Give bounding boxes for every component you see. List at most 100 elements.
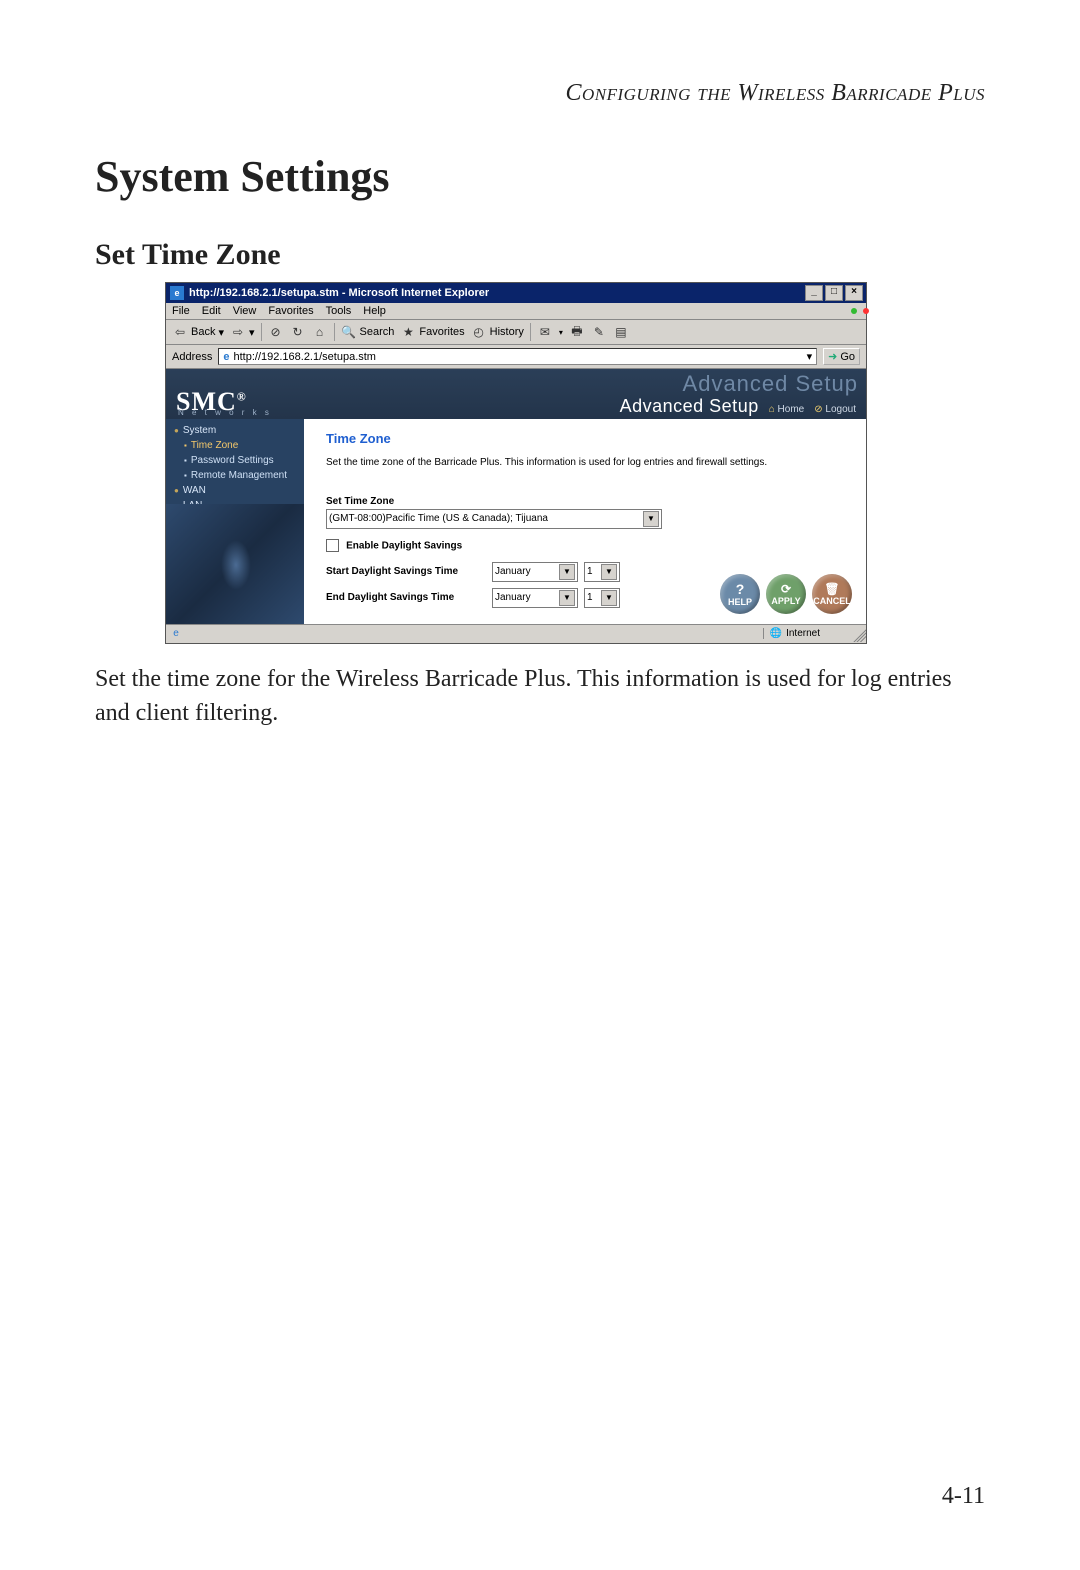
browser-window: e http://192.168.2.1/setupa.stm - Micros… <box>165 282 867 644</box>
window-titlebar: e http://192.168.2.1/setupa.stm - Micros… <box>166 283 866 303</box>
mail-icon[interactable]: ✉ <box>537 324 553 340</box>
apply-icon: ⟳ <box>781 582 791 596</box>
search-button[interactable]: 🔍 Search <box>341 324 395 340</box>
banner-ghost-text: Advanced Setup <box>683 371 858 397</box>
end-dst-day-value: 1 <box>587 592 593 603</box>
sidebar-item-password-settings[interactable]: ▪ Password Settings <box>166 453 304 468</box>
main-panel: Time Zone Set the time zone of the Barri… <box>304 419 866 624</box>
registered-icon: ® <box>237 389 247 403</box>
menu-view[interactable]: View <box>233 305 257 317</box>
sidebar-item-time-zone[interactable]: ▪Time Zone <box>166 438 304 453</box>
dropdown-arrow-icon: ▼ <box>601 590 617 606</box>
menu-file[interactable]: File <box>172 305 190 317</box>
end-dst-month-select[interactable]: January ▼ <box>492 588 578 608</box>
status-zone: 🌐 Internet <box>763 628 850 639</box>
logout-link[interactable]: ⊘ Logout <box>814 404 856 415</box>
section-title: System Settings <box>95 151 985 202</box>
start-dst-month-select[interactable]: January ▼ <box>492 562 578 582</box>
favorites-button[interactable]: ★ Favorites <box>400 324 464 340</box>
go-label: Go <box>840 351 855 363</box>
panel-heading: Time Zone <box>326 431 848 446</box>
subsection-title: Set Time Zone <box>95 238 985 272</box>
end-dst-label: End Daylight Savings Time <box>326 592 486 603</box>
menu-tools[interactable]: Tools <box>326 305 352 317</box>
toolbar-separator <box>261 323 262 341</box>
running-header: Configuring the Wireless Barricade Plus <box>95 80 985 107</box>
figure-caption: Set the time zone for the Wireless Barri… <box>95 662 985 732</box>
window-maximize-button[interactable]: □ <box>825 285 843 301</box>
enable-dst-checkbox[interactable] <box>326 539 339 552</box>
dropdown-arrow-icon: ▾ <box>559 328 563 337</box>
status-page-icon: e <box>170 628 182 640</box>
address-input[interactable]: e http://192.168.2.1/setupa.stm ▾ <box>218 348 817 365</box>
end-dst-day-select[interactable]: 1 ▼ <box>584 588 620 608</box>
sidebar-item-label: System <box>183 425 216 436</box>
home-icon: ⌂ <box>769 404 775 415</box>
address-label: Address <box>172 351 212 363</box>
globe-icon: 🌐 <box>770 628 782 639</box>
sidebar-item-wan[interactable]: ●WAN <box>166 483 304 498</box>
home-label: Home <box>778 404 805 415</box>
bullet-icon: ▪ <box>184 456 187 465</box>
cancel-icon: 🗑 <box>824 582 839 596</box>
toolbar-separator <box>334 323 335 341</box>
back-label: Back <box>191 326 215 338</box>
window-title: http://192.168.2.1/setupa.stm - Microsof… <box>189 287 489 299</box>
home-icon[interactable]: ⌂ <box>312 324 328 340</box>
window-minimize-button[interactable]: _ <box>805 285 823 301</box>
menu-help[interactable]: Help <box>363 305 386 317</box>
apply-label: APPLY <box>771 596 800 606</box>
start-dst-label: Start Daylight Savings Time <box>326 566 486 577</box>
search-label: Search <box>360 326 395 338</box>
page-content: SMC® N e t w o r k s Advanced Setup Adva… <box>166 369 866 624</box>
sidebar-nav: ●System ▪Time Zone ▪ Password Settings ▪R… <box>166 419 304 624</box>
sidebar-item-system[interactable]: ●System <box>166 423 304 438</box>
enable-dst-label: Enable Daylight Savings <box>346 540 462 551</box>
history-button[interactable]: ◴ History <box>471 324 524 340</box>
forward-arrow-icon: ⇨ <box>230 324 246 340</box>
address-value: http://192.168.2.1/setupa.stm <box>233 351 375 363</box>
start-dst-day-select[interactable]: 1 ▼ <box>584 562 620 582</box>
sidebar-item-label: Remote Management <box>191 470 287 481</box>
dropdown-arrow-icon: ▼ <box>601 564 617 580</box>
time-zone-select[interactable]: (GMT-08:00)Pacific Time (US & Canada); T… <box>326 509 662 529</box>
ie-app-icon: e <box>169 285 185 301</box>
go-button[interactable]: ➜ Go <box>823 348 860 365</box>
dropdown-arrow-icon: ▼ <box>559 564 575 580</box>
forward-button[interactable]: ⇨ ▾ <box>230 324 255 340</box>
sidebar-item-remote-management[interactable]: ▪Remote Management <box>166 468 304 483</box>
back-arrow-icon: ⇦ <box>172 324 188 340</box>
dropdown-arrow-icon: ▼ <box>559 590 575 606</box>
sidebar-item-label: WAN <box>183 485 206 496</box>
menubar: File Edit View Favorites Tools Help <box>166 303 866 320</box>
dropdown-arrow-icon: ▼ <box>643 511 659 527</box>
apply-button[interactable]: ⟳ APPLY <box>766 574 806 614</box>
logout-icon: ⊘ <box>814 404 822 415</box>
sidebar-item-label: Time Zone <box>191 440 238 451</box>
favorites-label: Favorites <box>419 326 464 338</box>
stop-icon[interactable]: ⊘ <box>268 324 284 340</box>
help-button[interactable]: ? HELP <box>720 574 760 614</box>
start-dst-month-value: January <box>495 566 531 577</box>
refresh-icon[interactable]: ↻ <box>290 324 306 340</box>
menu-favorites[interactable]: Favorites <box>268 305 313 317</box>
page-number: 4-11 <box>942 1483 985 1510</box>
dropdown-arrow-icon: ▾ <box>249 326 255 339</box>
address-dropdown-icon[interactable]: ▾ <box>807 350 813 363</box>
print-icon[interactable]: 🖶 <box>569 324 585 340</box>
edit-icon[interactable]: ✎ <box>591 324 607 340</box>
running-header-text: Configuring the Wireless Barricade Plus <box>565 80 985 106</box>
cancel-button[interactable]: 🗑 CANCEL <box>812 574 852 614</box>
help-icon: ? <box>736 581 745 597</box>
home-link[interactable]: ⌂ Home <box>769 404 805 415</box>
back-button[interactable]: ⇦ Back ▾ <box>172 324 224 340</box>
brand-subtext: N e t w o r k s <box>178 408 272 417</box>
resize-grip-icon[interactable] <box>850 626 866 642</box>
status-zone-label: Internet <box>786 628 820 639</box>
sidebar-item-label: Password Settings <box>191 455 274 466</box>
window-close-button[interactable]: × <box>845 285 863 301</box>
discuss-icon[interactable]: ▤ <box>613 324 629 340</box>
page-icon: e <box>223 351 229 363</box>
menu-edit[interactable]: Edit <box>202 305 221 317</box>
sidebar-decorative-image <box>166 504 304 624</box>
